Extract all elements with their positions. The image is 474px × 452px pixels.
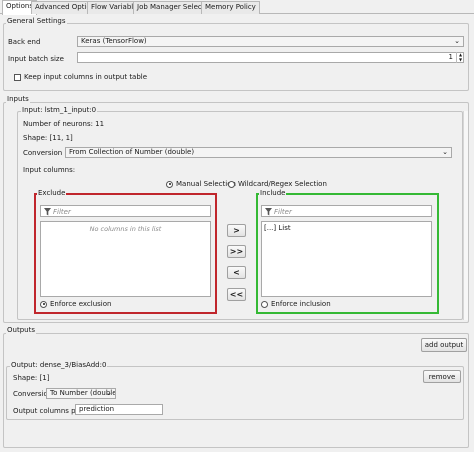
backend-select[interactable]: Keras (TensorFlow) ⌄ [77, 36, 464, 47]
keep-input-columns-row[interactable]: Keep input columns in output table [14, 73, 147, 81]
batch-size-label: Input batch size [8, 55, 64, 63]
input-shape-text: Shape: [11, 1] [23, 134, 73, 142]
chevron-down-icon: ⌄ [442, 148, 448, 156]
input-conversion-value: From Collection of Number (double) [69, 148, 195, 156]
tab-memory-policy[interactable]: Memory Policy [201, 1, 260, 14]
remove-button[interactable]: < [227, 266, 246, 279]
keep-input-columns-checkbox[interactable] [14, 73, 21, 81]
output-prefix-value: prediction [79, 405, 115, 413]
manual-selection-radio[interactable] [166, 180, 173, 188]
keep-input-columns-label: Keep input columns in output table [24, 73, 148, 81]
enforce-inclusion-radio[interactable] [261, 300, 268, 308]
include-filter-input[interactable]: Filter [261, 205, 432, 217]
add-all-button[interactable]: >> [227, 245, 246, 258]
backend-label: Back end [8, 38, 41, 46]
batch-size-value: 1 [448, 53, 453, 61]
remove-all-button[interactable]: << [227, 288, 246, 301]
input-columns-label: Input columns: [23, 166, 76, 174]
add-button[interactable]: > [227, 224, 246, 237]
wildcard-selection-label: Wildcard/Regex Selection [238, 180, 327, 188]
add-output-button[interactable]: add output [421, 338, 467, 352]
input-conversion-select[interactable]: From Collection of Number (double) ⌄ [65, 147, 452, 158]
chevron-down-icon: ⌄ [454, 37, 460, 45]
enforce-inclusion-option[interactable]: Enforce inclusion [261, 300, 331, 308]
output-prefix-input[interactable]: prediction [75, 404, 163, 415]
enforce-inclusion-label: Enforce inclusion [271, 300, 331, 308]
exclude-title: Exclude [37, 189, 67, 197]
general-settings-title: General Settings [6, 17, 67, 25]
output-tensor-title: Output: dense_3/BiasAdd:0 [10, 361, 108, 369]
outputs-title: Outputs [6, 326, 36, 334]
exclude-list[interactable]: No columns in this list [40, 221, 211, 297]
wildcard-selection-option[interactable]: Wildcard/Regex Selection [228, 180, 327, 188]
manual-selection-label: Manual Selection [176, 180, 236, 188]
chevron-down-icon: ⌄ [106, 389, 112, 397]
enforce-exclusion-radio[interactable] [40, 300, 47, 308]
exclude-filter-placeholder: Filter [53, 208, 71, 216]
include-title: Include [259, 189, 287, 197]
enforce-exclusion-label: Enforce exclusion [50, 300, 112, 308]
manual-selection-option[interactable]: Manual Selection [166, 180, 236, 188]
backend-value: Keras (TensorFlow) [81, 37, 147, 45]
inputs-title: Inputs [6, 95, 30, 103]
wildcard-selection-radio[interactable] [228, 180, 235, 188]
remove-output-button[interactable]: remove [423, 370, 461, 383]
neurons-text: Number of neurons: 11 [23, 120, 105, 128]
filter-icon [44, 208, 51, 216]
inputs-scrollbar[interactable] [463, 111, 468, 320]
include-list[interactable]: [...] List [261, 221, 432, 297]
input-tensor-title: Input: lstm_1_input:0 [21, 106, 98, 114]
output-shape-text: Shape: [1] [13, 374, 50, 382]
list-item[interactable]: [...] List [262, 222, 431, 234]
exclude-empty-text: No columns in this list [89, 225, 162, 233]
input-conversion-label: Conversion [23, 149, 63, 157]
tab-bar: Options Advanced Options Flow Variables … [0, 0, 474, 15]
batch-size-spinner[interactable]: ▲ ▼ [456, 52, 464, 63]
exclude-filter-input[interactable]: Filter [40, 205, 211, 217]
output-conversion-select[interactable]: To Number (double) ⌄ [46, 388, 116, 399]
enforce-exclusion-option[interactable]: Enforce exclusion [40, 300, 111, 308]
include-filter-placeholder: Filter [274, 208, 292, 216]
filter-icon [265, 208, 272, 216]
batch-size-input[interactable]: 1 [77, 52, 464, 63]
